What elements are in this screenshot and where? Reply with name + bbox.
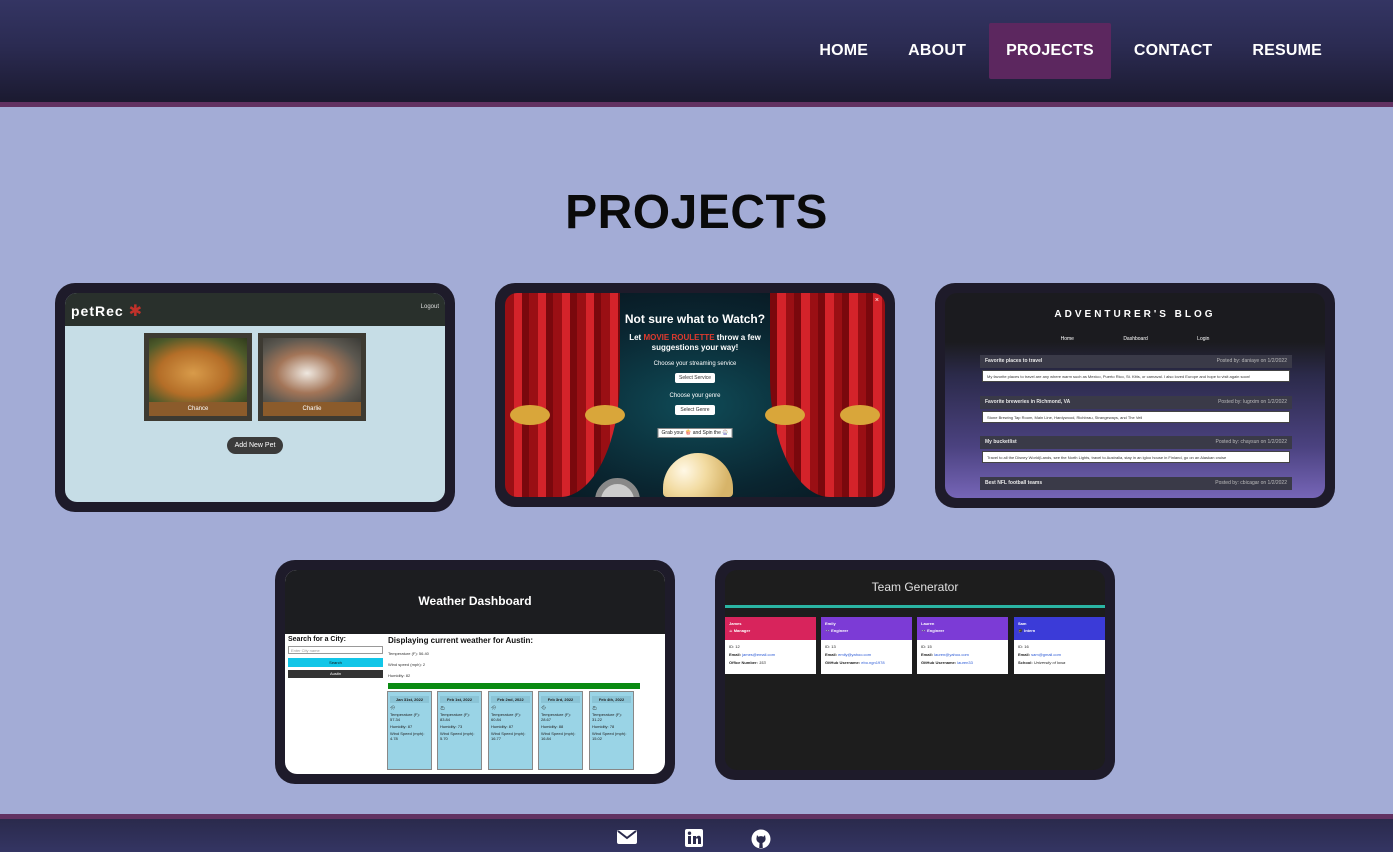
- movie-brand: MOVIE ROULETTE: [643, 333, 715, 342]
- weather-title: Weather Dashboard: [418, 594, 532, 608]
- nav-projects[interactable]: PROJECTS: [989, 23, 1111, 79]
- page-title: PROJECTS: [565, 186, 828, 239]
- nav-contact[interactable]: CONTACT: [1117, 23, 1229, 79]
- blog-nav-item: Login: [1197, 336, 1210, 342]
- main-nav: HOME ABOUT PROJECTS CONTACT RESUME: [796, 23, 1339, 79]
- blog-post: Favorite places to travel Posted by: dani…: [980, 355, 1292, 389]
- pet-name: Chance: [149, 402, 247, 416]
- team-title: Team Generator: [871, 580, 959, 594]
- petrec-logout: Logout: [420, 304, 439, 310]
- site-header: HOME ABOUT PROJECTS CONTACT RESUME: [0, 0, 1393, 102]
- site-footer: [0, 819, 1393, 852]
- project-screenshot-petrec: petRec ✱ Logout Chance Charlie Add New P…: [65, 293, 445, 502]
- project-screenshot-blog: ADVENTURER'S BLOG Home Dashboard Login F…: [945, 293, 1325, 498]
- pet-card: Chance: [144, 333, 252, 421]
- project-screenshot-weather: Weather Dashboard Search for a City: Ent…: [285, 570, 665, 774]
- genre-label: Choose your genre: [669, 393, 721, 399]
- team-member-card: James ☕ Manager ID: 12 Email: james@email.…: [725, 617, 816, 674]
- pet-name: Charlie: [263, 402, 361, 416]
- weather-icon: 🌨: [541, 705, 547, 710]
- forecast-card: Feb 2nd, 2022 🌧 Temperature (F): 60.84 Hum…: [488, 691, 533, 770]
- weather-icon: 🌥: [592, 705, 598, 710]
- petrec-navbar: petRec ✱ Logout: [65, 293, 445, 326]
- spin-button: Grab your 🍿 and Spin the 🎡: [657, 428, 733, 438]
- current-weather: Displaying current weather for Austin: T…: [388, 636, 643, 689]
- movie-subtitle: Let MOVIE ROULETTE throw a few suggestio…: [629, 333, 761, 352]
- add-new-pet-button: Add New Pet: [227, 437, 283, 454]
- project-card-team-generator[interactable]: Team Generator James ☕ Manager ID: 12 Emai…: [715, 560, 1115, 780]
- dog-photo: [263, 338, 361, 402]
- popcorn-icon: [663, 453, 733, 497]
- forecast-card: Feb 3rd, 2022 🌨 Temperature (F): 28.67 Hum…: [538, 691, 583, 770]
- nav-about[interactable]: ABOUT: [891, 23, 983, 79]
- movie-title: Not sure what to Watch?: [624, 312, 766, 326]
- nav-home[interactable]: HOME: [802, 23, 885, 79]
- petrec-logo: petRec: [71, 303, 124, 319]
- project-card-movie-roulette[interactable]: × Not sure what to Watch? Let MOVIE ROUL…: [495, 283, 895, 507]
- nav-resume[interactable]: RESUME: [1235, 23, 1339, 79]
- blog-nav-item: Dashboard: [1123, 336, 1148, 342]
- blog-nav: Home Dashboard Login: [945, 336, 1325, 342]
- team-member-card: Lauren 👓 Engineer ID: 15 Email: lauren@yah…: [917, 617, 1008, 674]
- team-member-card: Sam 🎓 Intern ID: 16 Email: sam@gmail.com Sc…: [1014, 617, 1105, 674]
- blog-nav-item: Home: [1060, 336, 1074, 342]
- history-item: Austin: [288, 670, 383, 678]
- city-input: Enter City name: [288, 646, 383, 654]
- curtain-tie: [765, 405, 805, 425]
- envelope-icon[interactable]: [617, 829, 637, 849]
- forecast-card: Feb 1st, 2022 🌥 Temperature (F): 83.84 Hum…: [437, 691, 482, 770]
- blog-title: ADVENTURER'S BLOG: [1054, 309, 1216, 320]
- curtain-tie: [840, 405, 880, 425]
- team-member-card: Emily 👓 Engineer ID: 13 Email: emily@yahoo…: [821, 617, 912, 674]
- project-card-blog[interactable]: ADVENTURER'S BLOG Home Dashboard Login F…: [935, 283, 1335, 508]
- curtain-tie: [585, 405, 625, 425]
- pet-card: Charlie: [258, 333, 366, 421]
- project-screenshot-movie-roulette: × Not sure what to Watch? Let MOVIE ROUL…: [505, 293, 885, 497]
- film-reel-icon: [595, 478, 640, 497]
- paw-icon: ✱: [128, 303, 143, 320]
- project-card-petrec[interactable]: petRec ✱ Logout Chance Charlie Add New P…: [55, 283, 455, 512]
- project-card-weather[interactable]: Weather Dashboard Search for a City: Ent…: [275, 560, 675, 784]
- team-divider: [725, 605, 1105, 608]
- close-icon: ×: [874, 297, 879, 304]
- weather-search-panel: Search for a City: Enter City name Searc…: [288, 636, 383, 678]
- weather-icon: 🌧: [390, 705, 396, 710]
- curtain-tie: [510, 405, 550, 425]
- linkedin-icon[interactable]: [685, 829, 705, 849]
- blog-post: Best NFL football teams Posted by: cbicag…: [980, 477, 1292, 498]
- weather-icon: 🌥: [440, 705, 446, 710]
- project-screenshot-team-generator: Team Generator James ☕ Manager ID: 12 Emai…: [725, 570, 1105, 770]
- service-label: Choose your streaming service: [653, 361, 737, 367]
- github-icon[interactable]: [751, 829, 771, 849]
- forecast-card: Feb 4th, 2022 🌥 Temperature (F): 31.22 Hum…: [589, 691, 634, 770]
- genre-select: Select Genre: [675, 405, 715, 415]
- forecast-card: Jan 31st, 2022 🌧 Temperature (F): 57.34 Hu…: [387, 691, 432, 770]
- service-select: Select Service: [675, 373, 715, 383]
- header-accent-strip: [0, 102, 1393, 107]
- uv-index-bar: [388, 683, 640, 689]
- blog-post: Favorite breweries in Richmond, VA Posted…: [980, 396, 1292, 430]
- search-button: Search: [288, 658, 383, 667]
- dog-photo: [149, 338, 247, 402]
- weather-icon: 🌧: [491, 705, 497, 710]
- blog-post: My bucketlist Posted by: chaysun on 1/2/2…: [980, 436, 1292, 470]
